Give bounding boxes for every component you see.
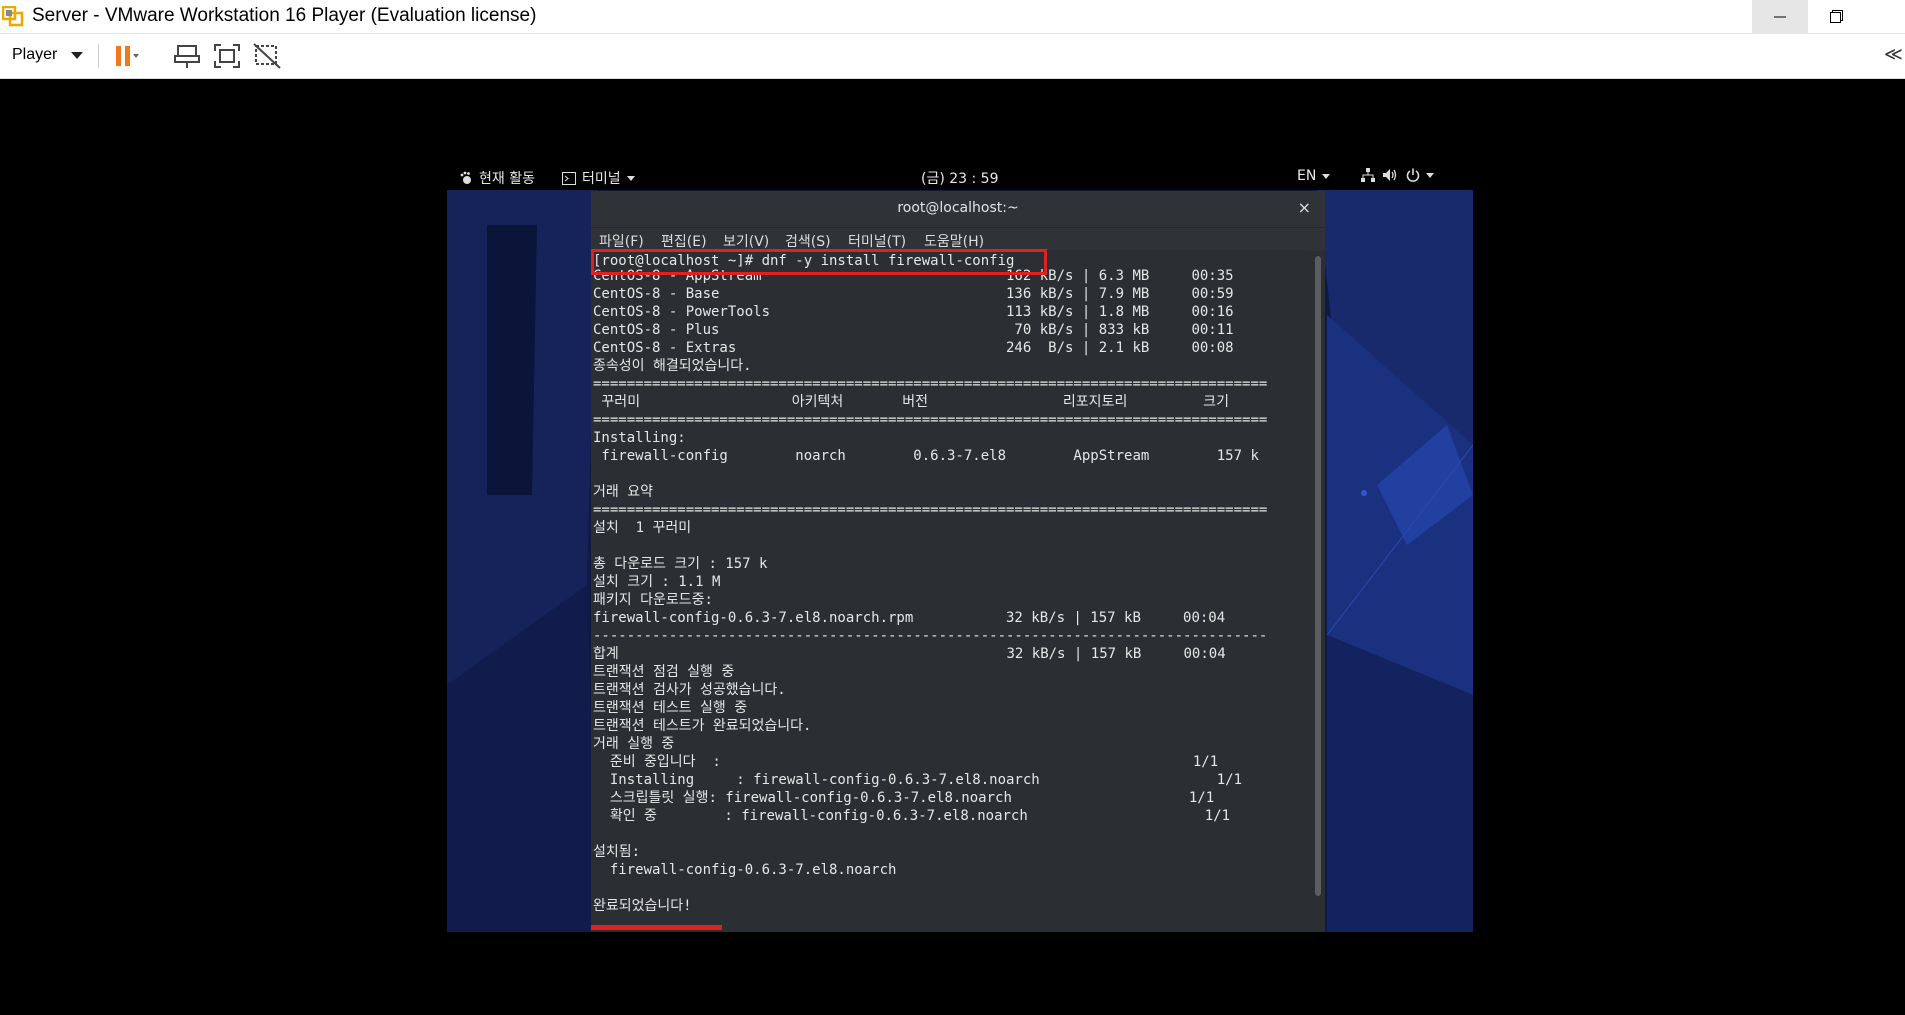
clock[interactable]: (금) 23 : 59 (921, 168, 999, 188)
terminal-line: firewall-config-0.6.3-7.el8.noarch (593, 862, 897, 878)
vmware-toolbar: Player ≪ (0, 34, 1905, 79)
volume-icon (1383, 169, 1397, 181)
menu-edit[interactable]: 편집(E) (661, 231, 707, 251)
menu-terminal[interactable]: 터미널(T) (848, 231, 906, 251)
network-icon (1361, 168, 1375, 182)
send-ctrl-alt-del-icon[interactable] (172, 42, 202, 70)
terminal-line: 거래 요약 (593, 484, 653, 500)
terminal-line: 꾸러미 아키텍처 버전 리포지토리 크기 (593, 394, 1229, 410)
activities-button[interactable]: 현재 활동 (459, 168, 535, 188)
restore-icon (1829, 10, 1843, 23)
window-title: Server - VMware Workstation 16 Player (E… (32, 5, 537, 26)
power-icon (1406, 168, 1420, 182)
terminal-line: 트랜잭션 검사가 성공했습니다. (593, 682, 786, 698)
pause-icon[interactable] (110, 42, 140, 70)
player-menu-button[interactable]: Player (6, 42, 89, 68)
vmware-app-icon (2, 6, 24, 27)
terminal-line: 종속성이 해결되었습니다. (593, 358, 752, 374)
player-menu-label: Player (12, 46, 58, 63)
terminal-line: 확인 중 : firewall-config-0.6.3-7.el8.noarc… (593, 808, 1231, 824)
terminal-line: 트랜잭션 테스트 실행 중 (593, 700, 748, 716)
terminal-line: ========================================… (593, 412, 1268, 428)
terminal-line: 설치됨: (593, 844, 641, 860)
terminal-line: Installing: (593, 430, 686, 446)
collapse-toolbar-icon[interactable]: ≪ (1884, 44, 1903, 65)
restore-button[interactable] (1808, 0, 1864, 33)
terminal-line: 트랜잭션 점검 실행 중 (593, 664, 735, 680)
terminal-window[interactable]: root@localhost:~ × 파일(F) 편집(E) 보기(V) 검색(… (591, 191, 1325, 932)
terminal-close-icon[interactable]: × (1298, 198, 1311, 217)
menu-file[interactable]: 파일(F) (599, 231, 644, 251)
system-menu[interactable] (1361, 168, 1434, 182)
chevron-down-icon (1426, 172, 1434, 178)
gnome-top-bar: 현재 활동 터미널 (금) 23 : 59 EN (447, 165, 1473, 190)
terminal-line: 설치 1 꾸러미 (593, 520, 692, 536)
command-highlight-box (591, 249, 1047, 275)
terminal-line: ----------------------------------------… (593, 628, 1268, 644)
input-method-label: EN (1297, 168, 1317, 184)
clock-label: (금) 23 : 59 (921, 171, 999, 187)
app-menu-terminal[interactable]: 터미널 (562, 168, 635, 188)
vm-display[interactable]: 현재 활동 터미널 (금) 23 : 59 EN root@localhost:… (447, 165, 1473, 932)
terminal-line: Installing : firewall-config-0.6.3-7.el8… (593, 772, 1243, 788)
host-title-bar: Server - VMware Workstation 16 Player (E… (0, 0, 1905, 34)
terminal-line: 총 다운로드 크기 : 157 k (593, 556, 768, 572)
chevron-down-icon (626, 175, 635, 181)
done-underline-mark (591, 925, 722, 930)
terminal-output[interactable]: [root@localhost ~]# dnf -y install firew… (591, 250, 1311, 932)
terminal-line: 트랜잭션 테스트가 완료되었습니다. (593, 718, 812, 734)
terminal-line: CentOS-8 - Base 136 kB/s | 7.9 MB 00:59 (593, 286, 1234, 302)
toolbar-divider (98, 44, 99, 68)
terminal-line: 완료되었습니다! (593, 898, 692, 914)
terminal-scrollbar[interactable] (1315, 256, 1321, 896)
terminal-line: CentOS-8 - PowerTools 113 kB/s | 1.8 MB … (593, 304, 1234, 320)
terminal-line: firewall-config noarch 0.6.3-7.el8 AppSt… (593, 448, 1259, 464)
terminal-line: 합계 32 kB/s | 157 kB 00:04 (593, 646, 1226, 662)
menu-help[interactable]: 도움말(H) (924, 231, 984, 251)
close-window-button[interactable] (1864, 0, 1905, 33)
terminal-line: 준비 중입니다 : 1/1 (593, 754, 1219, 770)
menu-view[interactable]: 보기(V) (723, 231, 769, 251)
app-menu-label: 터미널 (582, 171, 621, 187)
input-method-menu[interactable]: EN (1297, 168, 1331, 184)
terminal-line: 거래 실행 중 (593, 736, 675, 752)
terminal-menu-bar: 파일(F) 편집(E) 보기(V) 검색(S) 터미널(T) 도움말(H) (591, 227, 1325, 251)
minimize-icon (1774, 16, 1786, 17)
terminal-line: CentOS-8 - Plus 70 kB/s | 833 kB 00:11 (593, 322, 1234, 338)
terminal-line: 스크립틀릿 실행: firewall-config-0.6.3-7.el8.no… (593, 790, 1215, 806)
terminal-app-icon (562, 171, 576, 185)
minimize-button[interactable] (1752, 0, 1808, 33)
chevron-down-icon (71, 51, 84, 59)
gnome-foot-icon (460, 171, 471, 184)
fullscreen-icon[interactable] (212, 42, 242, 70)
terminal-line: 설치 크기 : 1.1 M (593, 574, 721, 590)
menu-search[interactable]: 검색(S) (785, 231, 831, 251)
terminal-header-bar[interactable]: root@localhost:~ × (591, 191, 1325, 227)
terminal-line: 패키지 다운로드중: (593, 592, 713, 608)
terminal-line: ========================================… (593, 376, 1268, 392)
terminal-line: ========================================… (593, 502, 1268, 518)
terminal-line: CentOS-8 - Extras 246 B/s | 2.1 kB 00:08 (593, 340, 1234, 356)
activities-label: 현재 활동 (479, 171, 535, 187)
terminal-line: firewall-config-0.6.3-7.el8.noarch.rpm 3… (593, 610, 1226, 626)
unity-mode-icon[interactable] (252, 42, 282, 70)
terminal-title: root@localhost:~ (897, 200, 1019, 216)
chevron-down-icon (1322, 173, 1331, 179)
